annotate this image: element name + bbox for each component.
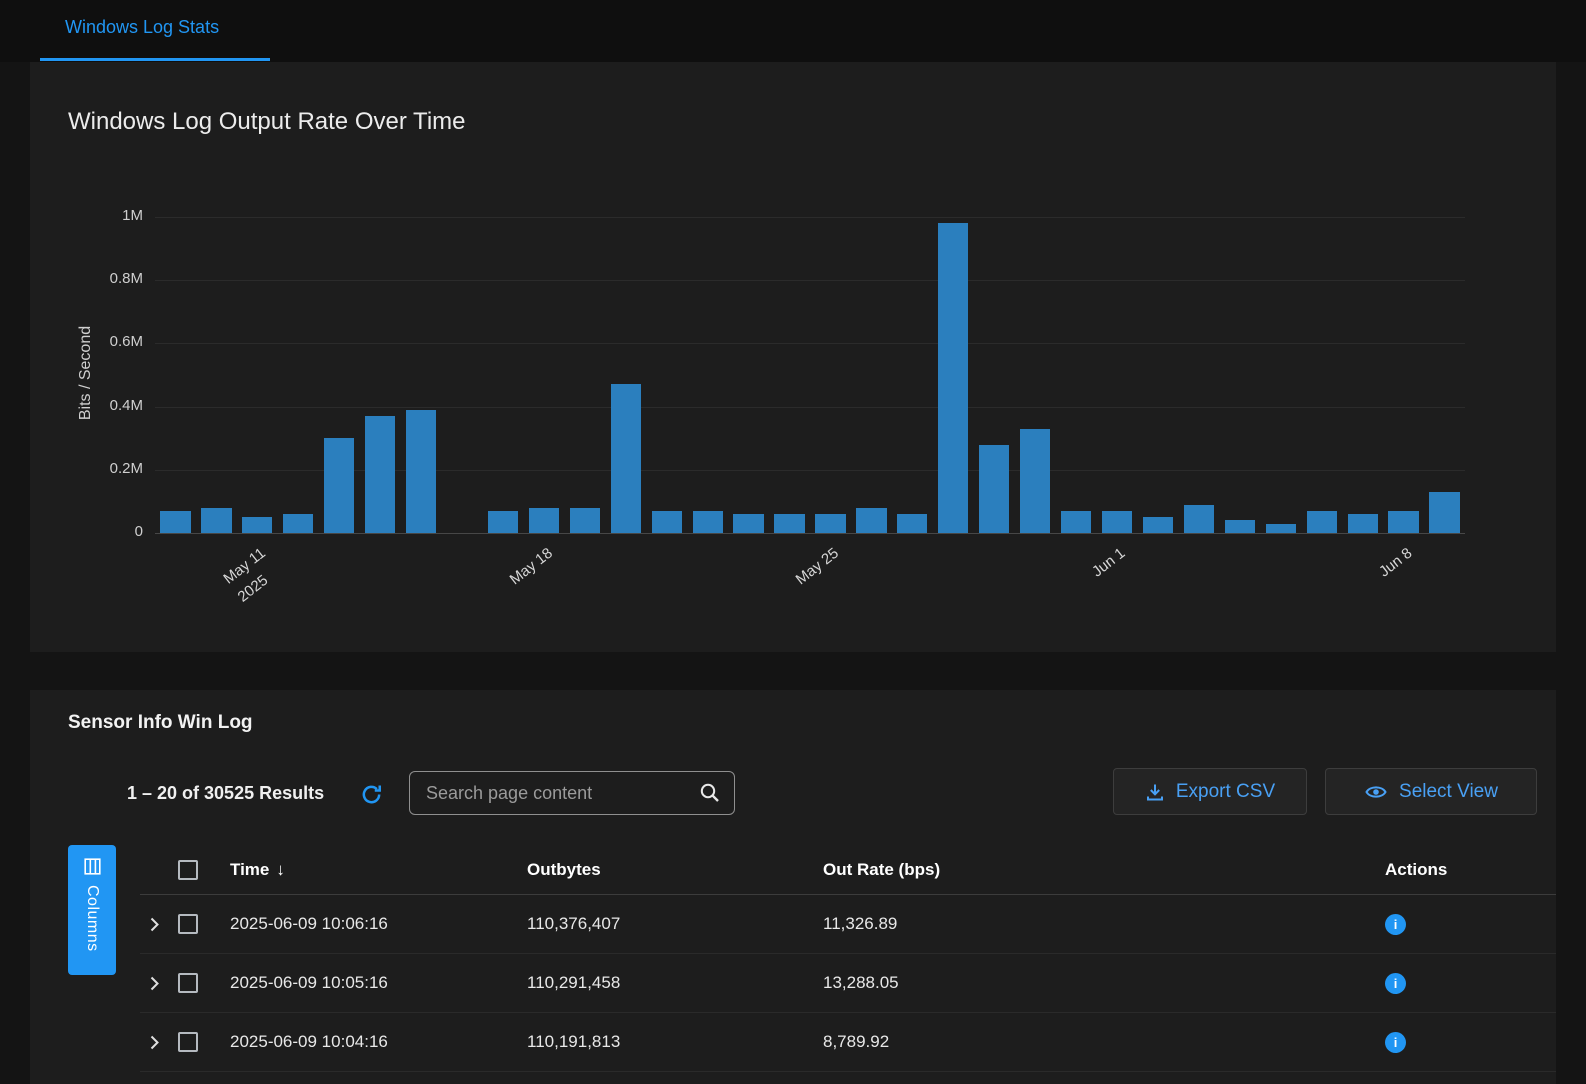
chart-bar: [1429, 492, 1459, 533]
chart-bar: [693, 511, 723, 533]
cell-outrate: 8,789.92: [823, 1032, 1383, 1052]
export-csv-label: Export CSV: [1176, 781, 1275, 803]
chart-bar: [242, 517, 272, 533]
chart-bar: [529, 508, 559, 533]
y-axis-tick-label: 0.8M: [110, 270, 143, 287]
refresh-icon: [360, 783, 383, 806]
chart-bar: [324, 438, 354, 533]
cell-outrate: 11,326.89: [823, 914, 1383, 934]
sort-desc-icon: ↓: [276, 860, 285, 880]
info-icon[interactable]: i: [1385, 973, 1406, 994]
chart-bar: [938, 223, 968, 533]
chart-bar: [1184, 505, 1214, 533]
chart-bar: [160, 511, 190, 533]
table-body: 2025-06-09 10:06:16 110,376,407 11,326.8…: [140, 895, 1556, 1072]
tab-windows-log-stats[interactable]: Windows Log Stats: [65, 17, 219, 38]
y-axis-title: Bits / Second: [77, 326, 95, 420]
y-axis-tick-label: 0.4M: [110, 397, 143, 414]
search-box: [409, 771, 735, 815]
chart-gridline: [155, 407, 1465, 408]
chart-bar: [856, 508, 886, 533]
chart-bar: [570, 508, 600, 533]
columns-button-label: Columns: [83, 885, 101, 952]
chart-bar: [774, 514, 804, 533]
chart-bar: [1225, 520, 1255, 533]
chart-gridline: [155, 217, 1465, 218]
table-row: 2025-06-09 10:05:16 110,291,458 13,288.0…: [140, 954, 1556, 1013]
search-icon[interactable]: [699, 782, 721, 804]
export-csv-button[interactable]: Export CSV: [1113, 768, 1307, 815]
columns-button[interactable]: Columns: [68, 845, 116, 975]
cell-outbytes: 110,291,458: [527, 973, 823, 993]
chart-bar: [406, 410, 436, 533]
chart-bar: [979, 445, 1009, 533]
chart-bar: [1061, 511, 1091, 533]
cell-outrate: 13,288.05: [823, 973, 1383, 993]
results-table: Time ↓ Outbytes Out Rate (bps) Actions 2…: [140, 845, 1556, 1072]
info-icon[interactable]: i: [1385, 914, 1406, 935]
columns-grid-icon: [84, 858, 101, 875]
chart-bar: [1348, 514, 1378, 533]
header-out-rate[interactable]: Out Rate (bps): [823, 860, 1383, 880]
table-row: 2025-06-09 10:06:16 110,376,407 11,326.8…: [140, 895, 1556, 954]
chart-bar: [1143, 517, 1173, 533]
eye-icon: [1364, 780, 1388, 804]
chart-plot: 00.2M0.4M0.6M0.8M1MMay 11 2025May 18May …: [155, 217, 1465, 533]
chart-bar: [488, 511, 518, 533]
select-all-checkbox[interactable]: [178, 860, 198, 880]
chart-bar: [733, 514, 763, 533]
chart-gridline: [155, 280, 1465, 281]
search-input[interactable]: [410, 783, 699, 804]
chart-bar: [201, 508, 231, 533]
header-actions: Actions: [1383, 860, 1556, 880]
info-icon[interactable]: i: [1385, 1032, 1406, 1053]
top-tab-bar: [0, 0, 1586, 62]
chart-bar: [283, 514, 313, 533]
y-axis-tick-label: 0.2M: [110, 460, 143, 477]
table-header-row: Time ↓ Outbytes Out Rate (bps) Actions: [140, 845, 1556, 895]
cell-outbytes: 110,376,407: [527, 914, 823, 934]
results-count: 1 – 20 of 30525 Results: [127, 783, 324, 804]
section-title: Sensor Info Win Log: [68, 712, 253, 734]
download-icon: [1145, 782, 1165, 802]
expand-row-icon[interactable]: [149, 1034, 160, 1051]
row-checkbox[interactable]: [178, 914, 198, 934]
y-axis-tick-label: 1M: [122, 207, 143, 224]
chart-bar: [897, 514, 927, 533]
chart-gridline: [155, 533, 1465, 534]
refresh-button[interactable]: [358, 781, 384, 807]
y-axis-tick-label: 0.6M: [110, 333, 143, 350]
y-axis-tick-label: 0: [135, 523, 143, 540]
table-row: 2025-06-09 10:04:16 110,191,813 8,789.92…: [140, 1013, 1556, 1072]
cell-time: 2025-06-09 10:05:16: [230, 973, 527, 993]
header-time[interactable]: Time ↓: [230, 860, 527, 880]
chart-bar: [365, 416, 395, 533]
select-view-button[interactable]: Select View: [1325, 768, 1537, 815]
chart-bar: [1307, 511, 1337, 533]
select-view-label: Select View: [1399, 781, 1498, 803]
chart-bar: [1020, 429, 1050, 533]
chart-bar: [1102, 511, 1132, 533]
chart-bar: [1388, 511, 1418, 533]
cell-time: 2025-06-09 10:04:16: [230, 1032, 527, 1052]
chart-gridline: [155, 343, 1465, 344]
header-outbytes[interactable]: Outbytes: [527, 860, 823, 880]
tab-active-indicator: [40, 58, 270, 61]
chart-bar: [1266, 524, 1296, 533]
chart-bar: [652, 511, 682, 533]
cell-outbytes: 110,191,813: [527, 1032, 823, 1052]
row-checkbox[interactable]: [178, 973, 198, 993]
expand-row-icon[interactable]: [149, 916, 160, 933]
chart-bar: [815, 514, 845, 533]
row-checkbox[interactable]: [178, 1032, 198, 1052]
chart-title: Windows Log Output Rate Over Time: [68, 108, 466, 136]
cell-time: 2025-06-09 10:06:16: [230, 914, 527, 934]
expand-row-icon[interactable]: [149, 975, 160, 992]
chart-bar: [611, 384, 641, 533]
